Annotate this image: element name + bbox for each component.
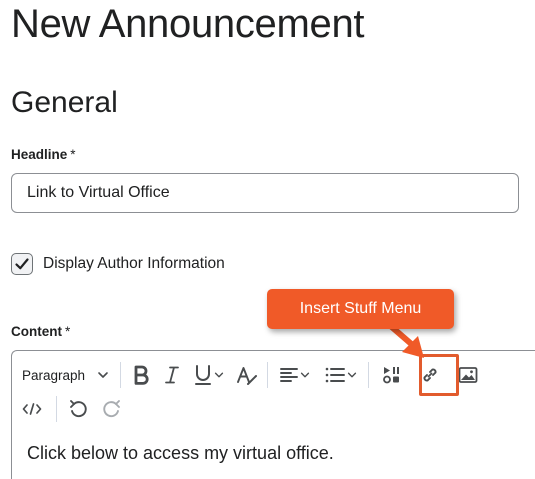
editor-toolbar-row-2 — [12, 392, 129, 426]
toolbar-divider — [267, 362, 268, 388]
required-mark: * — [70, 147, 76, 162]
chevron-down-icon — [300, 372, 310, 378]
insert-stuff-button[interactable] — [373, 360, 411, 390]
author-info-label: Display Author Information — [43, 255, 225, 272]
section-title: General — [11, 86, 118, 119]
chevron-down-icon — [347, 372, 357, 378]
undo-button[interactable] — [61, 394, 95, 424]
format-select-value: Paragraph — [22, 367, 86, 383]
required-mark: * — [65, 324, 71, 339]
bold-button[interactable] — [125, 360, 157, 390]
italic-icon — [165, 366, 179, 384]
page-title: New Announcement — [11, 2, 365, 46]
format-select[interactable]: Paragraph — [12, 360, 116, 390]
author-info-row: Display Author Information — [11, 253, 225, 275]
headline-label: Headline * — [11, 147, 76, 162]
editor-toolbar-row-1: Paragraph — [12, 358, 487, 392]
editor-content-text[interactable]: Click below to access my virtual office. — [27, 443, 334, 464]
list-icon — [325, 367, 345, 383]
insert-stuff-icon — [383, 367, 399, 384]
redo-icon — [103, 400, 120, 418]
list-button[interactable] — [318, 360, 364, 390]
author-info-checkbox[interactable] — [11, 253, 33, 275]
align-button[interactable] — [272, 360, 318, 390]
content-label-text: Content — [11, 324, 62, 339]
chevron-down-icon — [214, 372, 224, 378]
content-label: Content * — [11, 324, 70, 339]
chevron-down-icon — [98, 372, 108, 378]
underline-icon — [195, 365, 211, 385]
text-style-button[interactable] — [231, 360, 263, 390]
callout-text: Insert Stuff Menu — [299, 300, 422, 317]
redo-button[interactable] — [95, 394, 129, 424]
align-icon — [280, 368, 298, 382]
underline-button[interactable] — [187, 360, 231, 390]
source-code-button[interactable] — [12, 394, 52, 424]
text-style-icon — [237, 367, 257, 385]
checkmark-icon — [15, 258, 29, 270]
bold-icon — [134, 365, 149, 385]
headline-label-text: Headline — [11, 147, 68, 162]
image-icon — [458, 367, 478, 383]
source-code-icon — [22, 403, 42, 415]
toolbar-divider — [120, 362, 121, 388]
new-announcement-page: New Announcement General Headline * Link … — [0, 0, 535, 479]
insert-stuff-callout: Insert Stuff Menu — [267, 289, 454, 329]
undo-icon — [70, 400, 87, 418]
headline-input[interactable]: Link to Virtual Office — [11, 173, 519, 213]
italic-button[interactable] — [157, 360, 187, 390]
toolbar-divider — [368, 362, 369, 388]
headline-input-value: Link to Virtual Office — [27, 184, 170, 201]
toolbar-divider — [56, 396, 57, 422]
